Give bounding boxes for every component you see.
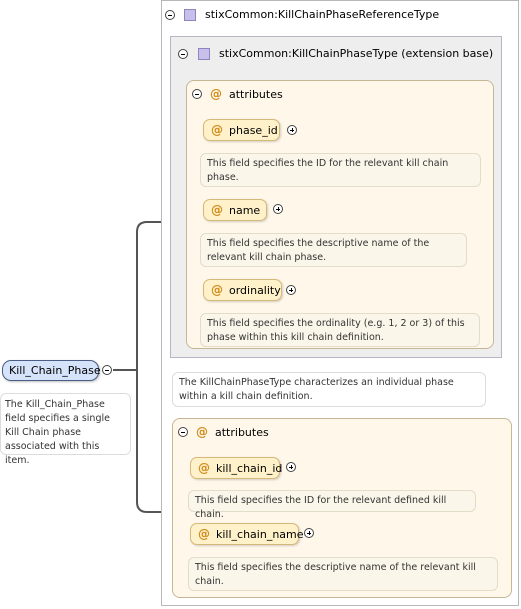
- attribute-ordinality[interactable]: @ ordinality: [203, 279, 282, 301]
- collapse-attributes-button[interactable]: [192, 89, 202, 99]
- extension-documentation: The KillChainPhaseType characterizes an …: [172, 372, 486, 407]
- collapse-type-button[interactable]: [165, 10, 175, 20]
- own-attributes-group-label: attributes: [215, 426, 269, 439]
- collapse-element-button[interactable]: [102, 365, 112, 375]
- own-attributes-group-icon: @: [196, 425, 208, 439]
- complex-type-icon: [184, 9, 196, 21]
- attribute-phase-id[interactable]: @ phase_id: [203, 119, 280, 141]
- attribute-name: kill_chain_id: [216, 462, 283, 475]
- collapse-extension-button[interactable]: [178, 49, 188, 59]
- attribute-icon: @: [198, 527, 210, 541]
- attributes-group-label: attributes: [229, 88, 283, 101]
- expand-phase-id-button[interactable]: [287, 125, 297, 135]
- extension-name[interactable]: stixCommon:KillChainPhaseType (extension…: [219, 47, 493, 60]
- attribute-name: ordinality: [229, 284, 281, 297]
- attribute-icon: @: [211, 203, 223, 217]
- name-documentation: This field specifies the descriptive nam…: [200, 233, 467, 267]
- expand-kill-chain-id-button[interactable]: [286, 462, 296, 472]
- expand-ordinality-button[interactable]: [286, 285, 296, 295]
- attribute-kill-chain-name[interactable]: @ kill_chain_name: [190, 523, 304, 545]
- element-documentation: The Kill_Chain_Phase field specifies a s…: [0, 393, 131, 466]
- attributes-group-icon: @: [210, 87, 222, 101]
- attribute-name: kill_chain_name: [216, 528, 304, 541]
- attribute-icon: @: [198, 461, 210, 475]
- kill-chain-name-documentation: This field specifies the descriptive nam…: [188, 557, 498, 591]
- ordinality-documentation: This field specifies the ordinality (e.g…: [200, 313, 480, 347]
- expand-kill-chain-name-button[interactable]: [304, 528, 314, 538]
- collapse-own-attributes-button[interactable]: [178, 427, 188, 437]
- attribute-name: phase_id: [229, 124, 278, 137]
- type-name[interactable]: stixCommon:KillChainPhaseReferenceType: [205, 8, 439, 21]
- attribute-kill-chain-id[interactable]: @ kill_chain_id: [190, 457, 283, 479]
- kill-chain-id-documentation: This field specifies the ID for the rele…: [188, 490, 476, 520]
- element-name: Kill_Chain_Phase: [9, 364, 101, 377]
- element-kill-chain-phase[interactable]: Kill_Chain_Phase: [2, 360, 101, 381]
- attribute-icon: @: [211, 123, 223, 137]
- extension-type-icon: [198, 48, 210, 60]
- attribute-icon: @: [211, 283, 223, 297]
- attribute-name-field[interactable]: @ name: [203, 199, 267, 221]
- expand-name-button[interactable]: [273, 204, 283, 214]
- phase-id-documentation: This field specifies the ID for the rele…: [200, 153, 481, 187]
- attribute-name: name: [229, 204, 261, 217]
